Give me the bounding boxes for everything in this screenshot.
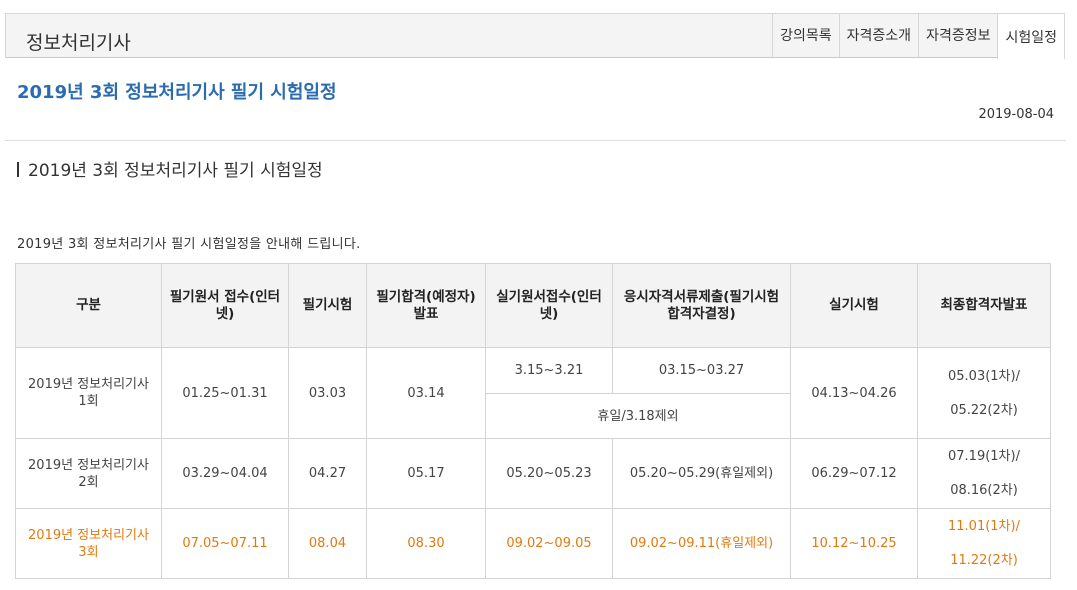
table-row-current: 2019년 정보처리기사 3회 07.05~07.11 08.04 08.30 …: [15, 508, 1051, 579]
written-apply-cell: 07.05~07.11: [161, 508, 289, 579]
header-cell: 실기원서접수(인터넷): [485, 263, 613, 348]
written-apply-cell: 03.29~04.04: [161, 438, 289, 509]
tab-certificate-intro[interactable]: 자격증소개: [838, 13, 918, 57]
final-result-second: 08.16(2차): [950, 483, 1018, 498]
tab-exam-schedule[interactable]: 시험일정: [997, 13, 1065, 59]
section-heading: 2019년 3회 정보처리기사 필기 시험일정: [17, 156, 323, 181]
header-cell: 구분: [15, 263, 162, 348]
table-row: 2019년 정보처리기사 2회 03.29~04.04 04.27 05.17 …: [15, 438, 1051, 509]
section-heading-text: 2019년 3회 정보처리기사 필기 시험일정: [28, 161, 323, 181]
table-header-row: 구분 필기원서 접수(인터넷) 필기시험 필기합격(예정자)발표 실기원서접수(…: [15, 263, 1051, 348]
header-cell: 최종합격자발표: [917, 263, 1051, 348]
final-result-cell: 05.03(1차)/ 05.22(2차): [917, 347, 1051, 439]
written-exam-cell: 04.27: [288, 438, 367, 509]
practical-exam-cell: 06.29~07.12: [790, 438, 918, 509]
post-title: 2019년 3회 정보처리기사 필기 시험일정: [17, 82, 337, 103]
tab-lecture-list[interactable]: 강의목록: [772, 13, 839, 57]
written-apply-cell: 01.25~01.31: [161, 347, 289, 439]
round-cell: 2019년 정보처리기사 3회: [15, 508, 162, 579]
final-result-second: 05.22(2차): [950, 402, 1018, 418]
header-cell: 응시자격서류제출(필기시험 합격자결정): [612, 263, 791, 348]
written-exam-cell: 08.04: [288, 508, 367, 579]
round-cell: 2019년 정보처리기사 2회: [15, 438, 162, 509]
written-exam-cell: 03.03: [288, 347, 367, 439]
divider: [5, 140, 1066, 141]
documents-cell: 05.20~05.29(휴일제외): [612, 438, 791, 509]
practical-exam-cell: 04.13~04.26: [790, 347, 918, 439]
documents-cell: 09.02~09.11(휴일제외): [612, 508, 791, 579]
final-result-cell: 07.19(1차)/ 08.16(2차): [917, 438, 1051, 509]
written-result-cell: 03.14: [366, 347, 486, 439]
tab-certificate-info[interactable]: 자격증정보: [918, 13, 997, 57]
header-bar: 정보처리기사 강의목록 자격증소개 자격증정보 시험일정: [5, 13, 1065, 59]
header-cell: 필기시험: [288, 263, 367, 348]
final-result-cell: 11.01(1차)/ 11.22(2차): [917, 508, 1051, 579]
written-result-cell: 08.30: [366, 508, 486, 579]
heading-bar-icon: [17, 162, 19, 177]
practical-exam-cell: 10.12~10.25: [790, 508, 918, 579]
site-title[interactable]: 정보처리기사: [26, 28, 131, 55]
header-cell: 필기원서 접수(인터넷): [161, 263, 289, 348]
intro-text: 2019년 3회 정보처리기사 필기 시험일정을 안내해 드립니다.: [17, 237, 361, 252]
documents-cell: 03.15~03.27: [612, 347, 791, 394]
table-row: 2019년 정보처리기사 1회 01.25~01.31 03.03 03.14 …: [15, 347, 1051, 439]
practical-apply-cell: 05.20~05.23: [485, 438, 613, 509]
tab-bar: 강의목록 자격증소개 자격증정보 시험일정: [772, 13, 1065, 59]
holiday-note-cell: 휴일/3.18제외: [485, 393, 791, 439]
final-result-first: 05.03(1차)/: [948, 368, 1020, 384]
header-cell: 필기합격(예정자)발표: [366, 263, 486, 348]
practical-apply-cell: 3.15~3.21: [485, 347, 613, 394]
round-cell: 2019년 정보처리기사 1회: [15, 347, 162, 439]
final-result-second: 11.22(2차): [950, 553, 1018, 568]
header-cell: 실기시험: [790, 263, 918, 348]
final-result-first: 07.19(1차)/: [948, 449, 1020, 464]
final-result-first: 11.01(1차)/: [948, 519, 1020, 534]
practical-apply-cell: 09.02~09.05: [485, 508, 613, 579]
post-date: 2019-08-04: [978, 107, 1054, 122]
schedule-table: 구분 필기원서 접수(인터넷) 필기시험 필기합격(예정자)발표 실기원서접수(…: [15, 263, 1051, 579]
written-result-cell: 05.17: [366, 438, 486, 509]
